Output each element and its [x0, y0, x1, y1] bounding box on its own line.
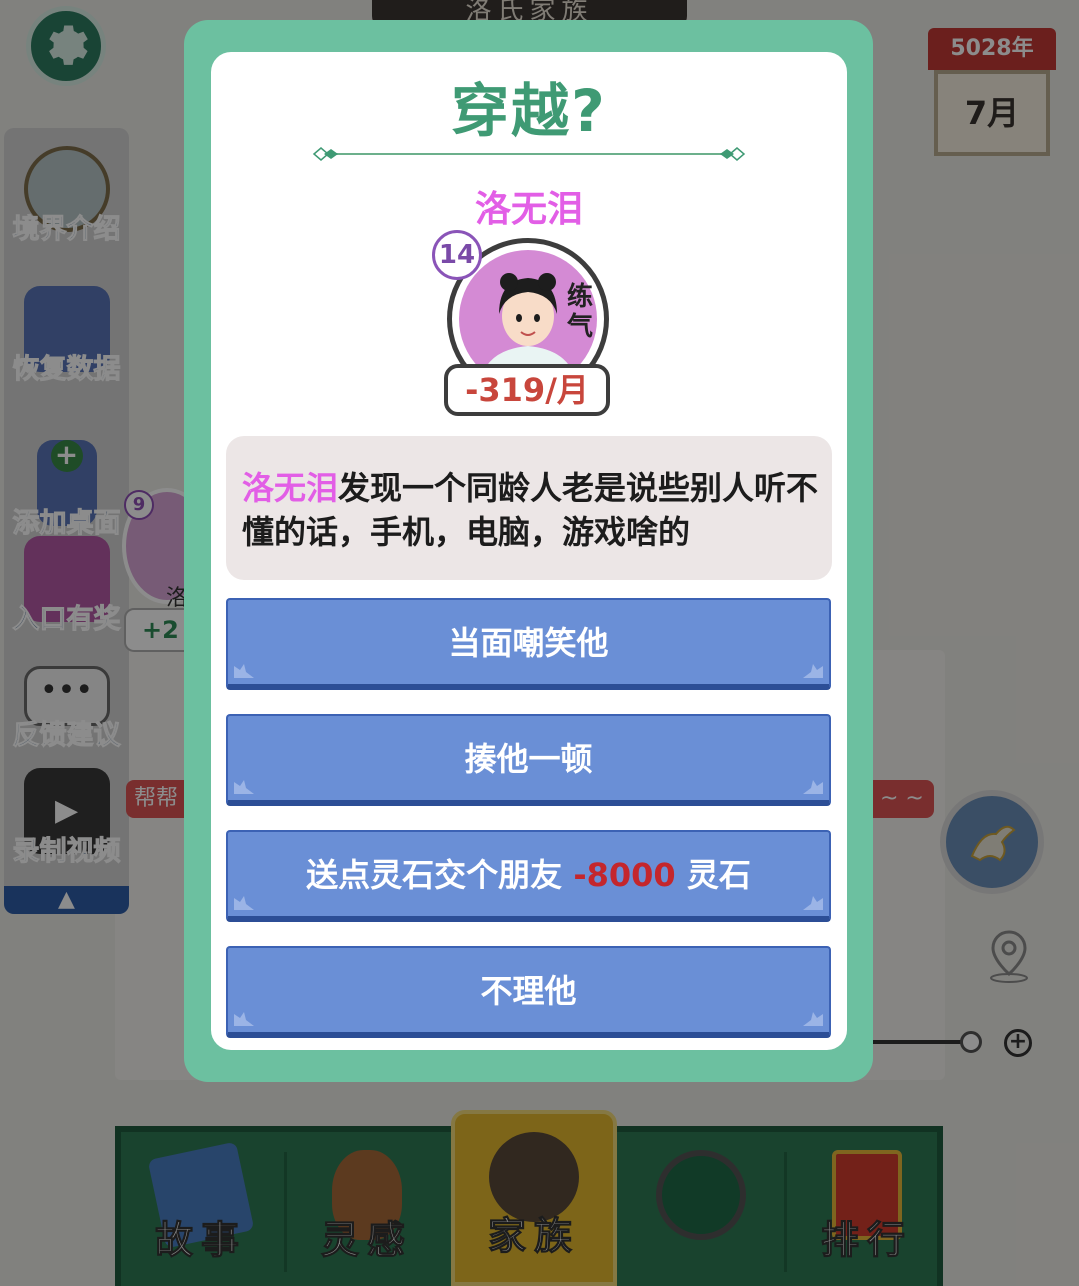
title-divider	[312, 147, 746, 161]
choice-gift-stones-button[interactable]: 送点灵石交个朋友 -8000 灵石	[226, 830, 831, 922]
story-character-name: 洛无泪	[242, 469, 339, 507]
corner-ornament-icon	[234, 1012, 254, 1026]
choice-ignore-button[interactable]: 不理他	[226, 946, 831, 1038]
choice-beat-button[interactable]: 揍他一顿	[226, 714, 831, 806]
dialog-title: 穿越?	[451, 77, 607, 145]
corner-ornament-icon	[234, 664, 254, 678]
corner-ornament-icon	[803, 664, 823, 678]
choice-label: 不理他	[480, 972, 577, 1010]
character-name: 洛无泪	[474, 189, 583, 230]
character-income: -319/月	[444, 364, 610, 416]
choice-cost: -8000	[573, 856, 676, 894]
corner-ornament-icon	[803, 896, 823, 910]
choice-label: 揍他一顿	[464, 740, 593, 778]
choice-label-prefix: 送点灵石交个朋友	[306, 856, 574, 894]
choice-label: 当面嘲笑他	[448, 624, 609, 662]
choice-label-suffix: 灵石	[675, 856, 751, 894]
corner-ornament-icon	[234, 780, 254, 794]
character-level-badge: 14	[432, 230, 482, 280]
corner-ornament-icon	[803, 780, 823, 794]
choice-mock-button[interactable]: 当面嘲笑他	[226, 598, 831, 690]
corner-ornament-icon	[234, 896, 254, 910]
corner-ornament-icon	[803, 1012, 823, 1026]
story-text: 洛无泪发现一个同龄人老是说些别人听不懂的话，手机，电脑，游戏啥的	[242, 466, 820, 554]
character-realm: 练气	[566, 282, 593, 342]
